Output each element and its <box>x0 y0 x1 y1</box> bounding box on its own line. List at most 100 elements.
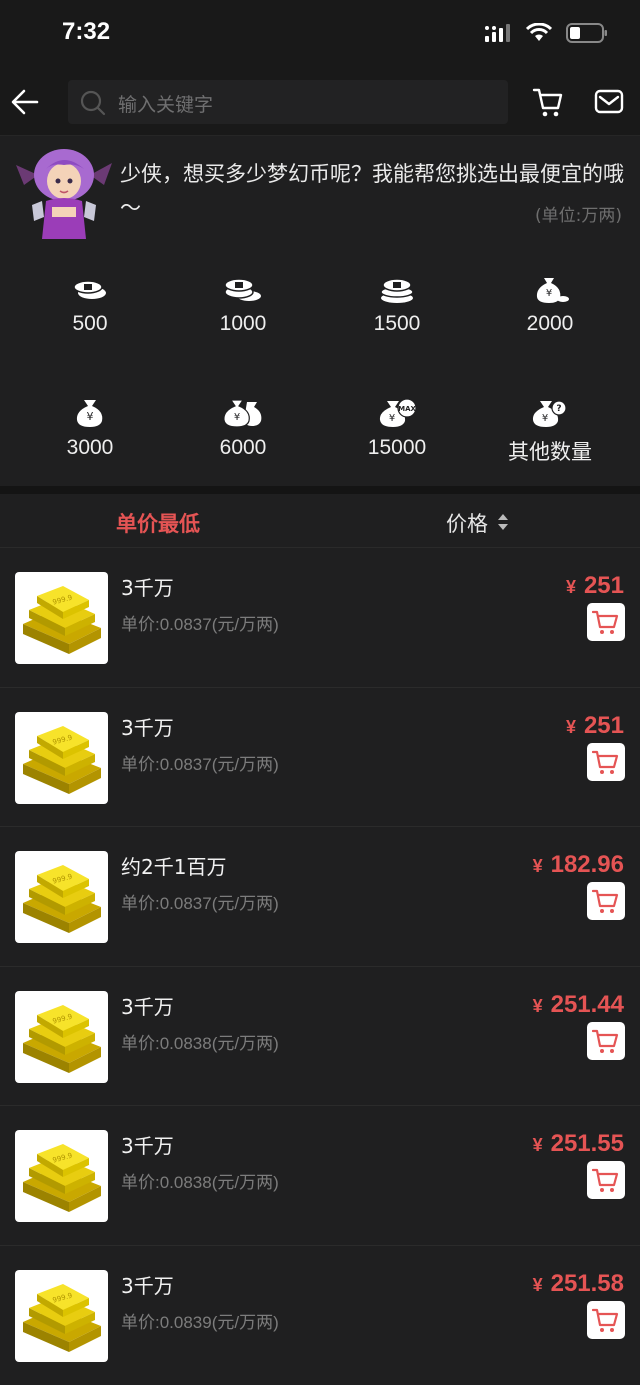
quantity-grid: 500 1000 1500 ¥ 2000 ¥ 3000 ¥ 6000 ¥ MAX… <box>0 248 640 486</box>
cart-icon <box>592 1308 619 1332</box>
quantity-option-6000[interactable]: ¥ 6000 <box>163 398 323 460</box>
gold-bars-icon: 999.9 <box>23 865 101 934</box>
gold-bars-icon: 999.9 <box>23 1283 101 1352</box>
coins-small-icon <box>73 280 106 299</box>
status-icons <box>484 22 608 44</box>
sort-arrows-icon[interactable] <box>497 512 509 532</box>
gold-bars-icon: 999.9 <box>23 725 101 794</box>
wifi-icon <box>526 23 552 41</box>
listing-unit-price: 单价:0.0837(元/万两) <box>121 754 279 774</box>
quantity-label: 2000 <box>526 312 574 335</box>
search-placeholder: 输入关键字 <box>118 94 214 116</box>
listing-list: 999.9 3千万 单价:0.0837(元/万两) ¥251 999.9 3千万… <box>0 548 640 1385</box>
price-amount: 251.55 <box>550 1130 624 1158</box>
cart-icon <box>592 1029 619 1053</box>
search-bar[interactable]: 输入关键字 <box>68 80 508 124</box>
quantity-label: 6000 <box>219 436 267 459</box>
add-to-cart-button[interactable] <box>587 1021 625 1060</box>
currency-symbol: ¥ <box>532 856 543 877</box>
message-icon[interactable] <box>594 88 624 116</box>
listing-row[interactable]: 999.9 3千万 单价:0.0839(元/万两) ¥251.58 <box>0 1246 640 1385</box>
listing-row[interactable]: 999.9 约2千1百万 单价:0.0837(元/万两) ¥182.96 <box>0 827 640 967</box>
gold-bars-icon: 999.9 <box>23 1004 101 1073</box>
gold-bars-thumbnail: 999.9 <box>15 572 108 664</box>
back-arrow-icon[interactable] <box>10 86 40 118</box>
quantity-option-1500[interactable]: 1500 <box>317 274 477 336</box>
currency-symbol: ¥ <box>532 1135 543 1156</box>
quantity-option-15000[interactable]: ¥ MAX 15000 <box>317 398 477 460</box>
money-bag-icon: ¥ <box>76 400 103 427</box>
listing-title: 3千万 <box>121 715 174 740</box>
promo-banner: 少侠，想买多少梦幻币呢？我能帮您挑选出最便宜的哦～ (单位:万两) <box>0 137 640 241</box>
listing-row[interactable]: 999.9 3千万 单价:0.0837(元/万两) ¥251 <box>0 548 640 688</box>
listing-unit-price: 单价:0.0837(元/万两) <box>121 615 279 634</box>
quantity-label: 1500 <box>373 312 421 335</box>
listing-price: ¥182.96 <box>533 851 624 879</box>
svg-text:¥: ¥ <box>542 413 548 424</box>
battery-icon <box>566 23 607 43</box>
sort-price-tab[interactable]: 价格 <box>446 508 488 538</box>
listing-unit-price: 单价:0.0838(元/万两) <box>121 1173 279 1193</box>
price-amount: 251.44 <box>550 990 624 1018</box>
listing-row[interactable]: 999.9 3千万 单价:0.0838(元/万两) ¥251.55 <box>0 1106 640 1246</box>
add-to-cart-button[interactable] <box>587 882 625 921</box>
shopping-cart-icon[interactable] <box>532 86 564 118</box>
add-to-cart-button[interactable] <box>587 1300 625 1339</box>
price-amount: 251.58 <box>550 1269 624 1297</box>
add-to-cart-button[interactable] <box>587 742 625 781</box>
money-bag-coins-icon: ¥ <box>536 278 569 303</box>
listing-row[interactable]: 999.9 3千万 单价:0.0837(元/万两) ¥251 <box>0 688 640 828</box>
status-time: 7:32 <box>62 18 111 45</box>
add-to-cart-button[interactable] <box>587 603 625 641</box>
gold-bars-thumbnail: 999.9 <box>15 711 108 804</box>
gold-bars-icon: 999.9 <box>23 1144 101 1213</box>
listing-title: 3千万 <box>121 576 174 600</box>
listing-unit-price: 单价:0.0837(元/万两) <box>121 894 279 914</box>
svg-text:¥: ¥ <box>389 413 395 424</box>
svg-text:?: ? <box>556 404 561 414</box>
quantity-option-1000[interactable]: 1000 <box>163 274 323 336</box>
gold-bars-thumbnail: 999.9 <box>15 851 108 944</box>
svg-text:¥: ¥ <box>546 288 552 299</box>
quantity-option-3000[interactable]: ¥ 3000 <box>10 398 170 460</box>
quantity-label: 500 <box>72 312 108 335</box>
money-bags-icon: ¥ <box>223 399 262 428</box>
gold-bars-icon: 999.9 <box>23 586 101 654</box>
gold-bars-thumbnail: 999.9 <box>15 1269 108 1362</box>
money-bag-max-icon: ¥ MAX <box>379 398 417 427</box>
listing-unit-price: 单价:0.0839(元/万两) <box>121 1312 279 1332</box>
quantity-label: 其他数量 <box>508 441 592 464</box>
listing-price: ¥251.55 <box>533 1130 624 1158</box>
coins-pile-icon <box>380 278 414 303</box>
price-amount: 251 <box>583 711 624 739</box>
money-bag-question-icon: ¥ ? <box>532 400 567 427</box>
coins-stack-icon <box>224 278 261 301</box>
character-avatar <box>16 149 112 239</box>
quantity-option-other[interactable]: ¥ ? 其他数量 <box>470 398 630 466</box>
add-to-cart-button[interactable] <box>587 1161 625 1200</box>
cart-icon <box>592 610 619 634</box>
quantity-label: 3000 <box>66 436 114 459</box>
status-bar: 7:32 <box>0 0 640 70</box>
signal-icon <box>485 24 510 42</box>
quantity-label: 1000 <box>219 312 267 335</box>
svg-text:¥: ¥ <box>87 410 94 423</box>
listing-price: ¥251 <box>566 712 624 740</box>
currency-symbol: ¥ <box>565 577 576 597</box>
quantity-label: 15000 <box>367 436 427 459</box>
listing-price: ¥251 <box>566 572 624 600</box>
gold-bars-thumbnail: 999.9 <box>15 1130 108 1223</box>
listing-unit-price: 单价:0.0838(元/万两) <box>121 1033 279 1053</box>
listing-title: 3千万 <box>121 1134 174 1159</box>
quantity-option-2000[interactable]: ¥ 2000 <box>470 274 630 336</box>
listing-title: 3千万 <box>121 994 174 1019</box>
listing-row[interactable]: 999.9 3千万 单价:0.0838(元/万两) ¥251.44 <box>0 967 640 1107</box>
quantity-option-500[interactable]: 500 <box>10 274 170 336</box>
sort-lowest-unit-price-tab[interactable]: 单价最低 <box>116 508 200 538</box>
cart-icon <box>592 890 619 914</box>
section-divider <box>0 486 640 494</box>
listing-price: ¥251.44 <box>533 991 624 1019</box>
cart-icon <box>592 1169 619 1193</box>
listing-title: 3千万 <box>121 1273 174 1298</box>
currency-symbol: ¥ <box>532 1274 543 1295</box>
